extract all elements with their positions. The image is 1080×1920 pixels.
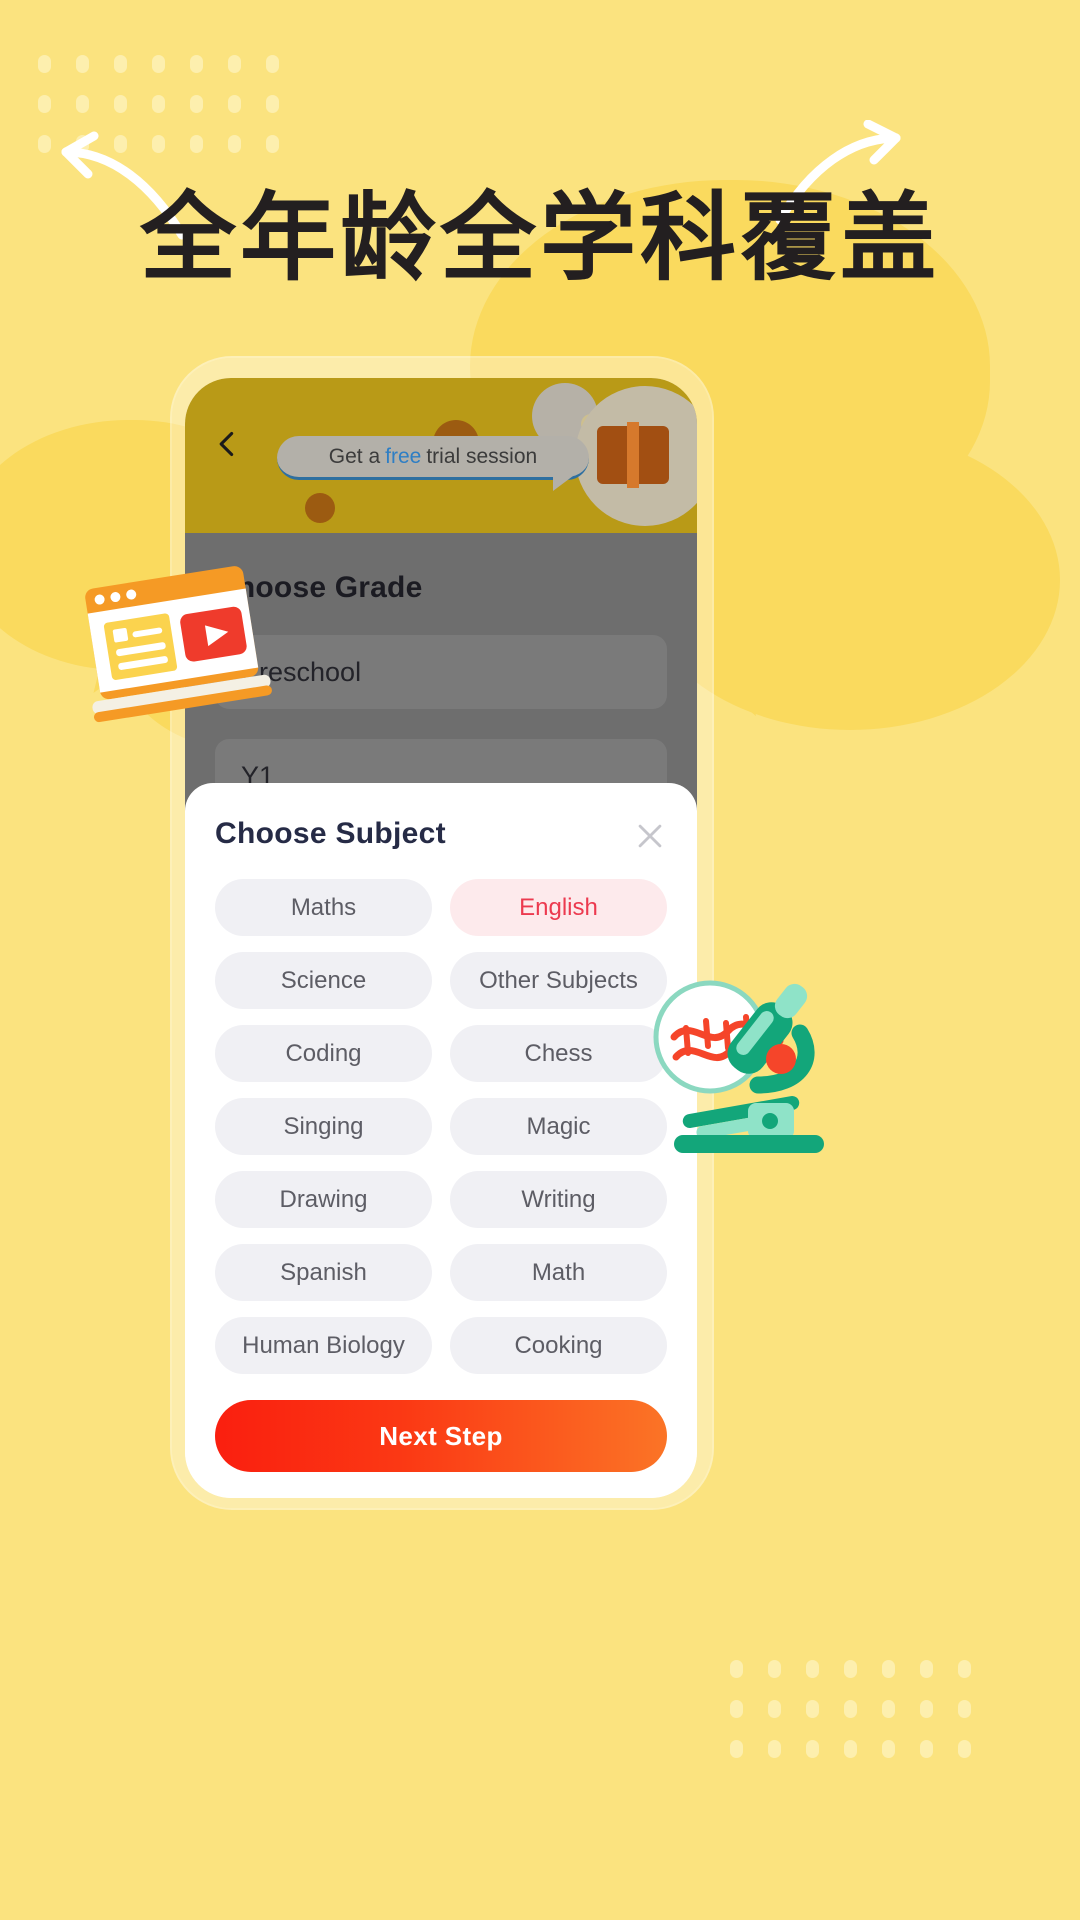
subject-chip-label: Chess <box>524 1039 593 1067</box>
trial-text-prefix: Get a <box>328 444 381 468</box>
subject-chip-label: Writing <box>521 1185 596 1213</box>
back-chevron-icon[interactable] <box>213 430 241 458</box>
subject-chip-label: Spanish <box>280 1258 367 1286</box>
decor-dot <box>305 493 335 523</box>
subject-chip-label: Science <box>280 966 367 994</box>
subject-chip[interactable]: Singing <box>215 1098 432 1155</box>
sheet-header: Choose Subject <box>215 817 667 853</box>
subject-chip[interactable]: Spanish <box>215 1244 432 1301</box>
subject-chip-label: Coding <box>285 1039 362 1067</box>
trial-text-suffix: trial session <box>426 444 538 468</box>
microscope-dna-illustration <box>653 980 824 1153</box>
grade-option-preschool[interactable]: Preschool <box>215 635 667 709</box>
subject-chip-grid: Maths English Science Other Subjects Coding C… <box>215 879 667 1374</box>
gift-box-icon <box>597 422 669 488</box>
free-trial-banner[interactable]: Get a free trial session <box>277 436 589 491</box>
subject-chip[interactable]: Writing <box>450 1171 667 1228</box>
subject-chip[interactable]: English <box>450 879 667 936</box>
subject-chip[interactable]: Drawing <box>215 1171 432 1228</box>
subject-chip[interactable]: Chess <box>450 1025 667 1082</box>
choose-subject-sheet: Choose Subject Maths English Science Other … <box>185 783 697 1498</box>
subject-chip[interactable]: Other Subjects <box>450 952 667 1009</box>
subject-chip[interactable]: Cooking <box>450 1317 667 1374</box>
subject-chip-label: Other Subjects <box>479 966 638 994</box>
close-icon[interactable] <box>633 819 667 853</box>
subject-chip[interactable]: Maths <box>215 879 432 936</box>
choose-grade-title: Choose Grade <box>215 571 423 604</box>
phone-screen: Get a free trial session Choose Grade Pr… <box>185 378 697 1498</box>
trial-text-highlight: free <box>385 444 422 468</box>
promo-poster: 全年龄全学科覆盖 Get a free trial session Choose… <box>0 0 1080 1920</box>
subject-chip-label: Magic <box>526 1112 591 1140</box>
subject-chip[interactable]: Human Biology <box>215 1317 432 1374</box>
app-header: Get a free trial session <box>185 378 697 533</box>
subject-chip-label: Drawing <box>279 1185 368 1213</box>
sheet-title: Choose Subject <box>215 817 446 850</box>
subject-chip-label: Human Biology <box>242 1331 405 1359</box>
subject-chip-label: Cooking <box>514 1331 603 1359</box>
dot-pattern <box>730 1660 971 1758</box>
page-title: 全年龄全学科覆盖 <box>140 182 940 294</box>
subject-chip[interactable]: Math <box>450 1244 667 1301</box>
subject-chip-label: English <box>519 893 598 921</box>
video-lesson-laptop-illustration <box>85 566 272 723</box>
subject-chip[interactable]: Coding <box>215 1025 432 1082</box>
subject-chip[interactable]: Magic <box>450 1098 667 1155</box>
subject-chip-label: Maths <box>290 893 357 921</box>
subject-chip[interactable]: Science <box>215 952 432 1009</box>
next-step-button[interactable]: Next Step <box>215 1400 667 1472</box>
subject-chip-label: Singing <box>283 1112 364 1140</box>
subject-chip-label: Math <box>531 1258 586 1286</box>
